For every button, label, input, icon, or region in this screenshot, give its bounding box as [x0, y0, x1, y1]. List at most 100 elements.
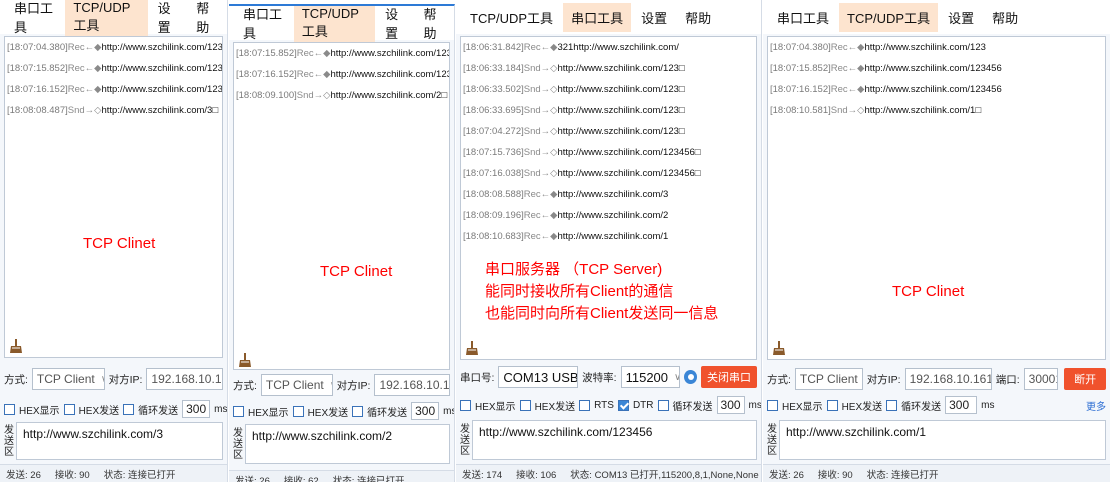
mode-label: 方式: — [767, 373, 791, 386]
menu-tcp-udp-tool[interactable]: TCP/UDP工具 — [293, 6, 376, 45]
menu-help[interactable]: 帮助 — [188, 0, 225, 41]
send-text-input[interactable]: http://www.szchilink.com/1 — [779, 420, 1106, 460]
menu-serial-tool[interactable]: 串口工具 — [6, 0, 63, 41]
loop-send-checkbox[interactable] — [657, 399, 669, 411]
menu-tcp-udp-tool[interactable]: TCP/UDP工具 — [462, 3, 561, 32]
log-line: [18:08:10.581]Snd→◇http://www.szchilink.… — [770, 105, 982, 116]
hex-send-checkbox[interactable] — [519, 399, 531, 411]
log-line: [18:07:04.380]Rec←◆http://www.szchilink.… — [770, 42, 986, 53]
loop-interval-input[interactable]: 300 — [945, 396, 978, 414]
server-window: TCP/UDP工具 串口工具 设置 帮助 [18:06:31.842]Rec←◆… — [456, 0, 762, 482]
clear-broom-icon[interactable] — [772, 341, 786, 355]
log-line: [18:07:15.852]Rec←◆http://www.szchilink.… — [236, 48, 449, 59]
options-row: HEX显示 HEX发送 循环发送 300ms — [4, 398, 227, 420]
peer-ip-input[interactable]: 192.168.10.16 — [146, 368, 223, 390]
peer-ip-input[interactable]: 192.168.10.16 — [374, 374, 450, 396]
log-line: [18:07:16.152]Rec←◆http://www.szchilink.… — [770, 84, 1002, 95]
clear-broom-icon[interactable] — [465, 341, 479, 355]
baud-label: 波特率: — [582, 371, 617, 384]
peer-ip-label: 对方IP: — [108, 373, 143, 386]
status-bar: 发送: 174 接收: 106 状态: COM13 已打开,115200,8,1… — [456, 464, 761, 482]
client-window-2: 串口工具 TCP/UDP工具 设置 帮助 [18:07:15.852]Rec←◆… — [229, 4, 455, 482]
menu-settings[interactable]: 设置 — [377, 6, 413, 47]
log-line: [18:08:08.588]Rec←◆http://www.szchilink.… — [463, 189, 669, 200]
status-bar: 发送: 26 接收: 62 状态: 连接已打开 — [229, 470, 454, 482]
send-area-label: 发送区 — [767, 423, 777, 457]
options-row: HEX显示 HEX发送 循环发送 300 ms 更多 — [767, 394, 1106, 416]
log-line: [18:07:15.736]Snd→◇http://www.szchilink.… — [463, 147, 701, 158]
send-area-label: 发送区 — [460, 423, 470, 457]
hex-display-checkbox[interactable] — [460, 399, 471, 411]
send-text-input[interactable]: http://www.szchilink.com/3 — [16, 422, 223, 460]
hex-display-checkbox[interactable] — [233, 405, 244, 417]
disconnect-button[interactable]: 断开 — [1064, 368, 1106, 390]
log-line: [18:07:16.038]Snd→◇http://www.szchilink.… — [463, 168, 701, 179]
log-line: [18:08:09.100]Snd→◇http://www.szchilink.… — [236, 90, 448, 101]
menu-serial-tool[interactable]: 串口工具 — [235, 6, 292, 47]
send-text-input[interactable]: http://www.szchilink.com/2 — [245, 424, 450, 464]
connection-state: 状态: 连接已打开 — [332, 475, 405, 482]
loop-send-checkbox[interactable] — [123, 403, 135, 415]
hex-send-checkbox[interactable] — [292, 405, 304, 417]
serial-port-select[interactable]: COM13 USB∨ — [498, 366, 579, 388]
loop-send-checkbox[interactable] — [886, 399, 898, 411]
menu-help[interactable]: 帮助 — [677, 3, 719, 32]
menu-tcp-udp-tool[interactable]: TCP/UDP工具 — [65, 0, 148, 39]
connection-config-row: 方式: TCP Client∨ 对方IP: 192.168.10.16 — [233, 370, 450, 400]
hex-send-checkbox[interactable] — [63, 403, 75, 415]
hex-send-checkbox[interactable] — [826, 399, 838, 411]
receive-log[interactable]: [18:07:04.380]Rec←◆http://www.szchilink.… — [4, 36, 223, 358]
send-area-label: 发送区 — [233, 427, 243, 461]
rts-checkbox[interactable] — [579, 399, 591, 411]
chevron-down-icon: ∨ — [330, 380, 332, 391]
menu-settings[interactable]: 设置 — [940, 3, 982, 32]
hex-send-label: HEX发送 — [78, 405, 120, 417]
hex-display-checkbox[interactable] — [4, 403, 15, 415]
log-line: [18:06:31.842]Rec←◆321http://www.szchili… — [463, 42, 679, 53]
menu-settings[interactable]: 设置 — [633, 3, 675, 32]
received-count: 接收: 90 — [54, 469, 90, 481]
loop-interval-input[interactable]: 300 — [411, 402, 440, 420]
mode-select[interactable]: TCP Client∨ — [794, 368, 863, 390]
hex-display-checkbox[interactable] — [767, 399, 778, 411]
baud-select[interactable]: 115200∨ — [620, 366, 681, 388]
more-link[interactable]: 更多 — [1086, 398, 1106, 413]
caption-label: TCP Clinet — [892, 283, 965, 300]
log-line: [18:07:15.852]Rec←◆http://www.szchilink.… — [770, 63, 1002, 74]
port-input[interactable]: 30001 — [1023, 368, 1059, 390]
loop-send-checkbox[interactable] — [352, 405, 364, 417]
loop-send-label: 循环发送 — [672, 401, 713, 413]
close-port-button[interactable]: 关闭串口 — [701, 366, 757, 388]
menu-serial-tool[interactable]: 串口工具 — [769, 3, 837, 32]
menu-help[interactable]: 帮助 — [984, 3, 1026, 32]
mode-select[interactable]: TCP Client∨ — [31, 368, 105, 390]
menu-tcp-udp-tool[interactable]: TCP/UDP工具 — [839, 2, 939, 32]
gear-icon[interactable] — [684, 370, 697, 384]
receive-log[interactable]: [18:07:04.380]Rec←◆http://www.szchilink.… — [767, 36, 1106, 360]
connection-state: 状态: 连接已打开 — [103, 469, 176, 481]
receive-log[interactable]: [18:07:15.852]Rec←◆http://www.szchilink.… — [233, 42, 450, 370]
receive-log[interactable]: [18:06:31.842]Rec←◆321http://www.szchili… — [460, 36, 757, 360]
log-line: [18:08:08.487]Snd→◇http://www.szchilink.… — [7, 105, 219, 116]
mode-select[interactable]: TCP Client∨ — [260, 374, 333, 396]
clear-broom-icon[interactable] — [9, 339, 23, 353]
log-line: [18:06:33.184]Snd→◇http://www.szchilink.… — [463, 63, 685, 74]
dtr-checkbox[interactable] — [617, 399, 629, 411]
hex-send-label: HEX发送 — [534, 401, 576, 413]
log-line: [18:07:16.152]Rec←◆http://www.szchilink.… — [236, 69, 449, 80]
menu-serial-tool[interactable]: 串口工具 — [563, 2, 632, 32]
options-row: HEX显示 HEX发送 RTS DTR 循环发送 300ms 更多 — [460, 394, 761, 416]
hex-send-label: HEX发送 — [841, 401, 883, 413]
loop-interval-input[interactable]: 300 — [716, 396, 745, 414]
mode-label: 方式: — [4, 373, 28, 386]
peer-ip-label: 对方IP: — [866, 373, 901, 386]
menu-help[interactable]: 帮助 — [416, 6, 452, 47]
send-text-input[interactable]: http://www.szchilink.com/123456 — [472, 420, 757, 460]
loop-interval-input[interactable]: 300 — [182, 400, 211, 418]
received-count: 接收: 62 — [283, 475, 319, 482]
peer-ip-input[interactable]: 192.168.10.161 — [904, 368, 992, 390]
menu-settings[interactable]: 设置 — [150, 0, 187, 41]
loop-send-label: 循环发送 — [901, 401, 942, 413]
clear-broom-icon[interactable] — [238, 353, 252, 367]
ms-label: ms — [981, 399, 995, 411]
